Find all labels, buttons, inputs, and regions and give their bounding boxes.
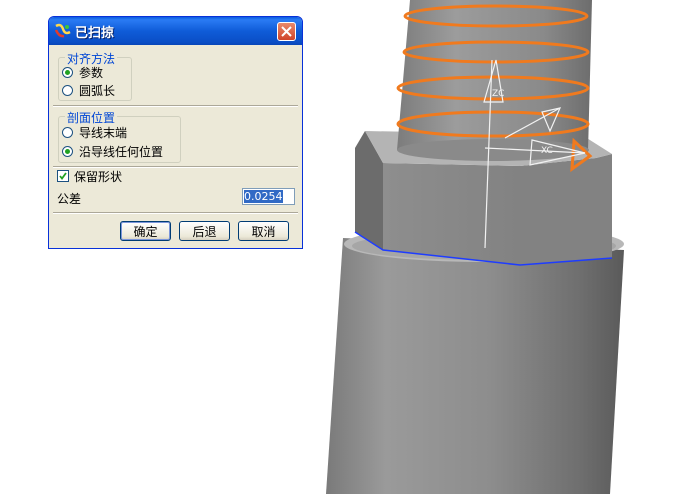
- radio-parameter[interactable]: 参数: [62, 64, 103, 80]
- ok-button-label: 确定: [133, 224, 158, 239]
- dialog-title: 已扫掠: [75, 26, 115, 41]
- radio-parameter-label: 参数: [79, 65, 104, 80]
- ok-button[interactable]: 确定: [120, 221, 171, 241]
- radio-arc-length-label: 圆弧长: [79, 83, 116, 98]
- tolerance-input[interactable]: 0.0254: [242, 188, 295, 205]
- radio-arc-length[interactable]: 圆弧长: [62, 82, 115, 98]
- radio-arc-length-button[interactable]: [62, 84, 73, 96]
- cancel-button-label: 取消: [251, 224, 276, 239]
- cancel-button[interactable]: 取消: [238, 221, 289, 241]
- app-logo-icon: [55, 23, 71, 38]
- sweep-dialog: 已扫掠 对齐方法 参数 圆弧长 剖面位置 导线末端 沿导线任何位置 保留形状 公…: [48, 16, 303, 249]
- radio-anywhere-along-guide[interactable]: 沿导线任何位置: [62, 143, 163, 159]
- axis-label-x: XC: [541, 146, 553, 156]
- tolerance-value: 0.0254: [244, 190, 283, 203]
- radio-guide-end[interactable]: 导线末端: [62, 124, 127, 140]
- back-button-label: 后退: [192, 224, 217, 239]
- separator: [53, 212, 298, 214]
- separator: [53, 105, 298, 107]
- keep-shape-label: 保留形状: [74, 169, 123, 184]
- radio-anywhere-label: 沿导线任何位置: [79, 144, 164, 159]
- tolerance-label: 公差: [57, 192, 82, 206]
- checkmark-icon: [59, 172, 67, 180]
- keep-shape-checkbox-row[interactable]: 保留形状: [57, 168, 122, 184]
- axis-label-z: ZC: [492, 89, 504, 99]
- radio-parameter-button[interactable]: [62, 66, 73, 78]
- close-button[interactable]: [277, 22, 296, 41]
- radio-guide-end-button[interactable]: [62, 126, 73, 138]
- close-icon: [281, 26, 292, 37]
- radio-guide-end-label: 导线末端: [79, 125, 128, 140]
- lower-cylinder: [326, 226, 624, 494]
- keep-shape-checkbox[interactable]: [57, 170, 69, 182]
- dialog-titlebar[interactable]: 已扫掠: [49, 17, 302, 45]
- radio-anywhere-button[interactable]: [62, 145, 73, 157]
- back-button[interactable]: 后退: [179, 221, 230, 241]
